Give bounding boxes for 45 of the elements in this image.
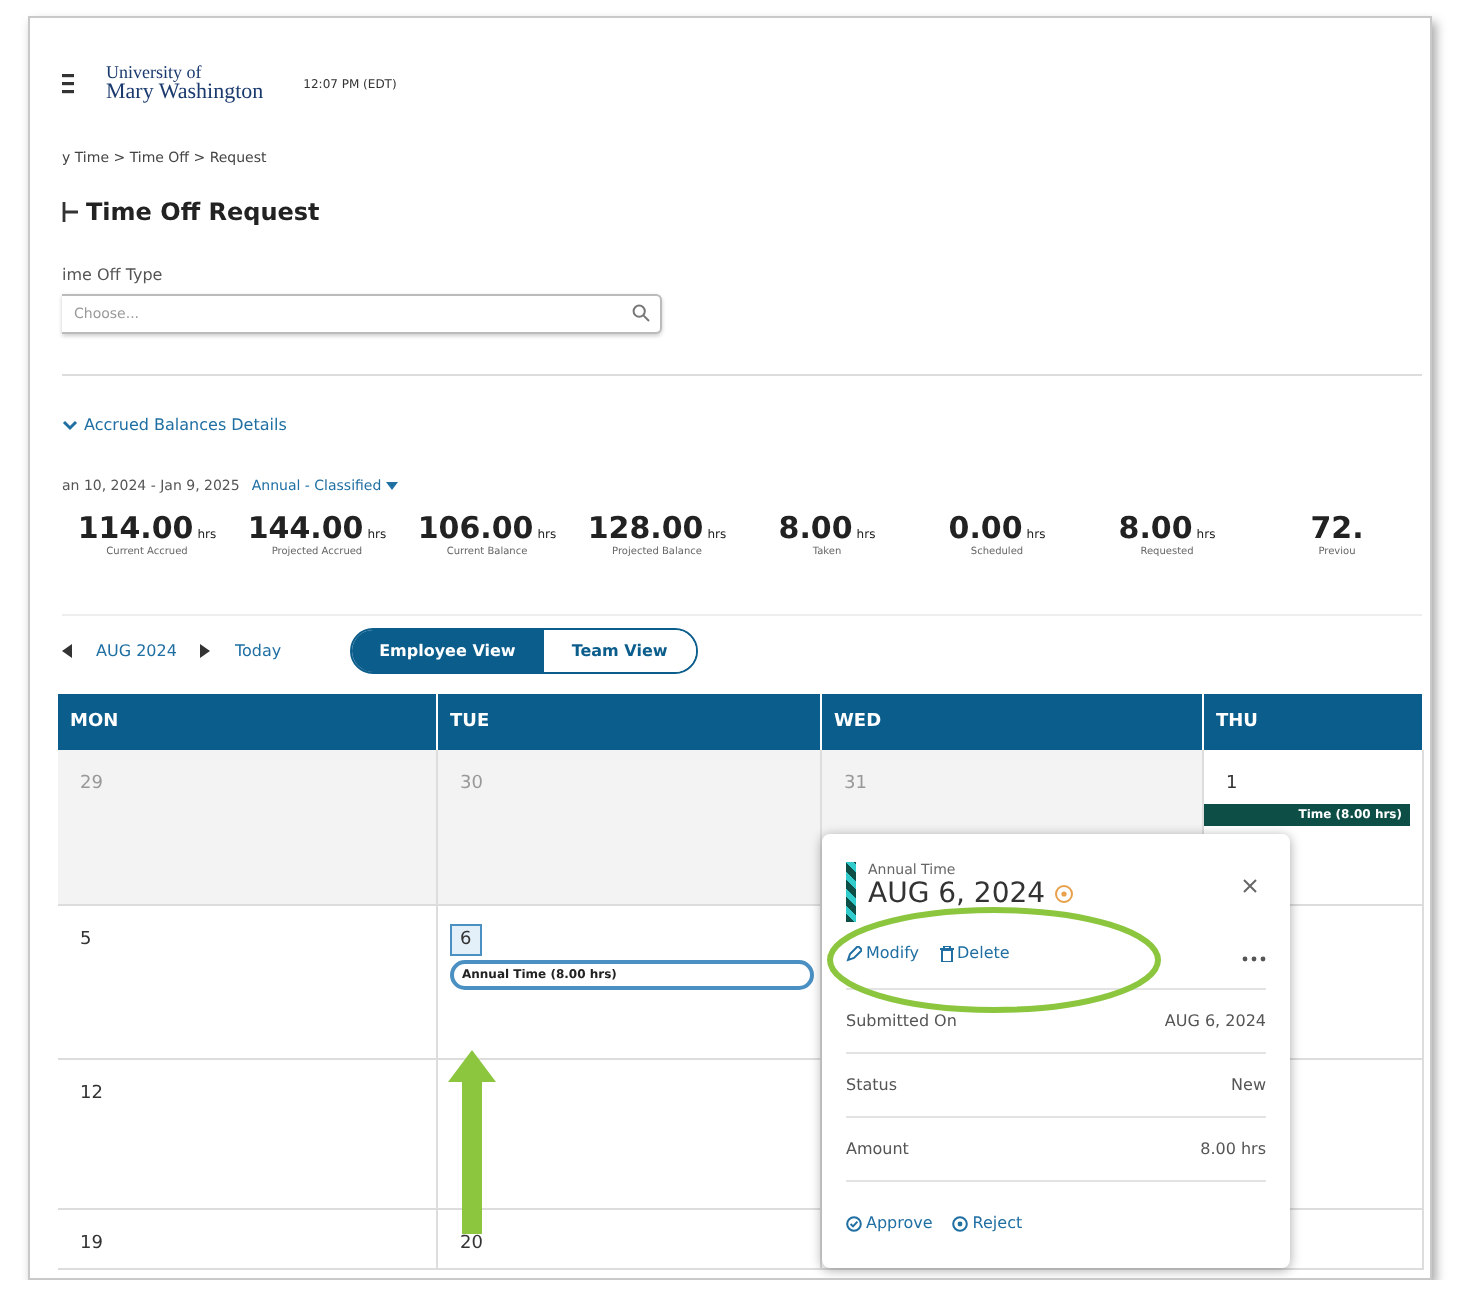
field-label: ime Off Type	[62, 266, 165, 284]
category-stripe	[846, 862, 856, 922]
month-label[interactable]: AUG 2024	[88, 642, 185, 660]
page-title: Time Off Request	[86, 198, 320, 226]
day-number[interactable]: 20	[450, 1228, 493, 1260]
column-header: WED	[822, 694, 1204, 750]
day-number[interactable]: 12	[70, 1078, 113, 1110]
view-tab[interactable]: Employee View	[351, 630, 544, 672]
trash-icon	[939, 945, 954, 961]
day-number[interactable]: 6	[450, 924, 482, 956]
detail-value: AUG 6, 2024	[1164, 1012, 1266, 1030]
accrued-balances-toggle[interactable]: Accrued Balances Details	[62, 416, 287, 434]
menu-icon[interactable]	[62, 74, 78, 94]
more-icon	[1242, 956, 1266, 962]
column-header: MON	[58, 694, 438, 750]
arrow-icon	[448, 1050, 496, 1234]
day-number[interactable]: 5	[70, 924, 102, 956]
pencil-icon	[846, 945, 862, 961]
detail-label: Status	[846, 1076, 897, 1094]
column-header: THU	[1204, 694, 1424, 750]
pending-icon	[1053, 884, 1074, 904]
detail-label: Amount	[846, 1140, 909, 1158]
detail-label: Submitted On	[846, 1012, 957, 1030]
detail-value: 8.00 hrs	[1200, 1140, 1266, 1158]
request-date: AUG 6, 2024	[868, 878, 1046, 910]
decision-link[interactable]: Approve	[846, 1214, 933, 1232]
action-link[interactable]: Modify	[846, 944, 920, 962]
previous-icon[interactable]	[62, 644, 72, 658]
today-link[interactable]: Today	[226, 642, 290, 660]
close-icon	[1242, 878, 1258, 894]
balance-value: 72.	[1310, 510, 1364, 546]
search-icon[interactable]	[632, 304, 650, 322]
dot-circle-icon	[952, 1215, 969, 1231]
column-header: TUE	[438, 694, 822, 750]
decision-link[interactable]: Reject	[952, 1214, 1023, 1232]
check-circle-icon	[846, 1215, 862, 1231]
back-icon[interactable]	[62, 202, 78, 222]
next-icon[interactable]	[200, 644, 211, 658]
caret-icon	[385, 482, 398, 490]
action-link[interactable]: Delete	[939, 944, 1010, 962]
day-number[interactable]: 19	[70, 1228, 113, 1260]
university-logo: University of Mary Washington	[106, 64, 264, 104]
day-number[interactable]: 1	[1216, 768, 1248, 800]
chevron-icon	[62, 419, 78, 431]
detail-value: New	[1231, 1076, 1266, 1094]
